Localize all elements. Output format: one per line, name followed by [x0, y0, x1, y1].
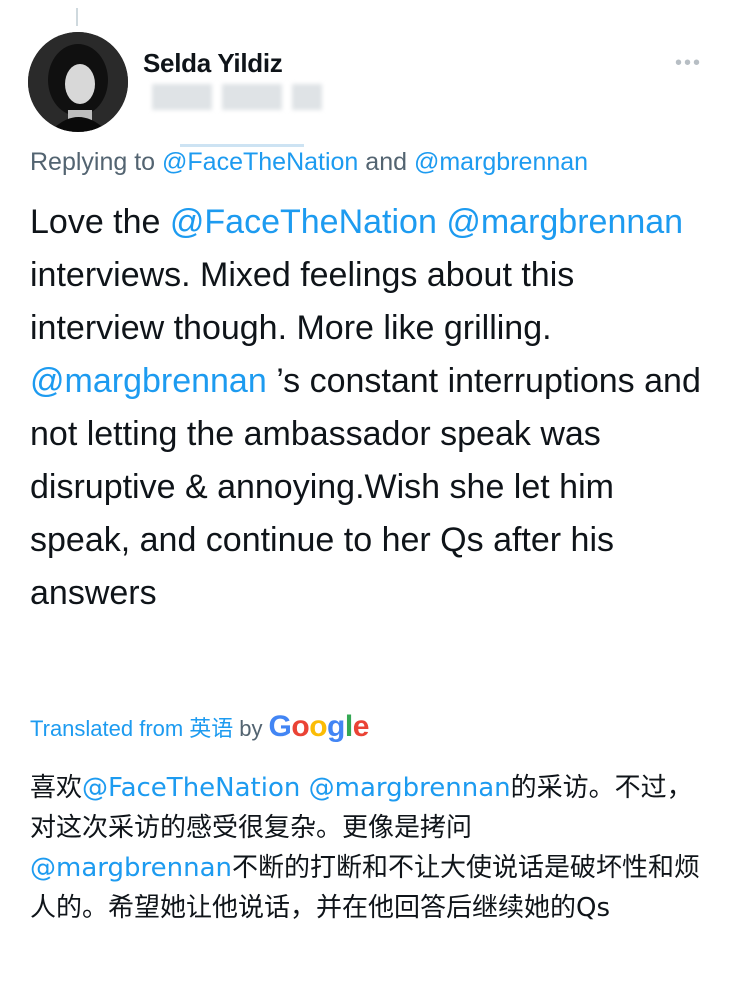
mention-link[interactable]: @margbrennan — [414, 148, 588, 176]
translation-segment — [300, 773, 308, 803]
avatar[interactable] — [28, 32, 128, 132]
author-name[interactable]: Selda Yildiz — [143, 48, 283, 79]
replying-conjunction: and — [365, 148, 408, 176]
mention-link[interactable]: @FaceTheNation — [162, 148, 358, 176]
tweet-text-segment: interviews. Mixed feelings about this in… — [30, 256, 575, 347]
translation-segment: 喜欢 — [30, 773, 83, 803]
translated-text: 喜欢@FaceTheNation @margbrennan的采访。不过，对这次采… — [30, 768, 710, 928]
tweet-text-segment: Love the — [30, 203, 170, 241]
translated-by-label: by — [239, 716, 263, 741]
mention-link[interactable]: @FaceTheNation — [82, 773, 300, 803]
replying-prefix: Replying to — [30, 148, 156, 176]
mention-link[interactable]: @margbrennan — [30, 853, 232, 883]
translated-from-label[interactable]: Translated from — [30, 716, 183, 742]
replying-to: Replying to @FaceTheNation and @margbren… — [30, 148, 588, 177]
google-logo: Google — [268, 710, 370, 743]
mention-link[interactable]: @margbrennan — [30, 362, 267, 400]
mention-link[interactable]: @margbrennan — [309, 773, 511, 803]
tweet-text-segment — [437, 203, 446, 241]
mention-link[interactable]: @margbrennan — [446, 203, 683, 241]
mention-link[interactable]: @FaceTheNation — [170, 203, 437, 241]
tweet-text: Love the @FaceTheNation @margbrennan int… — [30, 196, 710, 620]
thread-line — [76, 8, 78, 26]
more-icon[interactable]: ••• — [675, 52, 702, 75]
translation-language[interactable]: 英语 — [189, 711, 233, 743]
reply-highlight — [180, 144, 304, 147]
author-handle-redacted — [152, 84, 322, 112]
translation-attribution: Translated from 英语 by Google — [30, 710, 369, 744]
